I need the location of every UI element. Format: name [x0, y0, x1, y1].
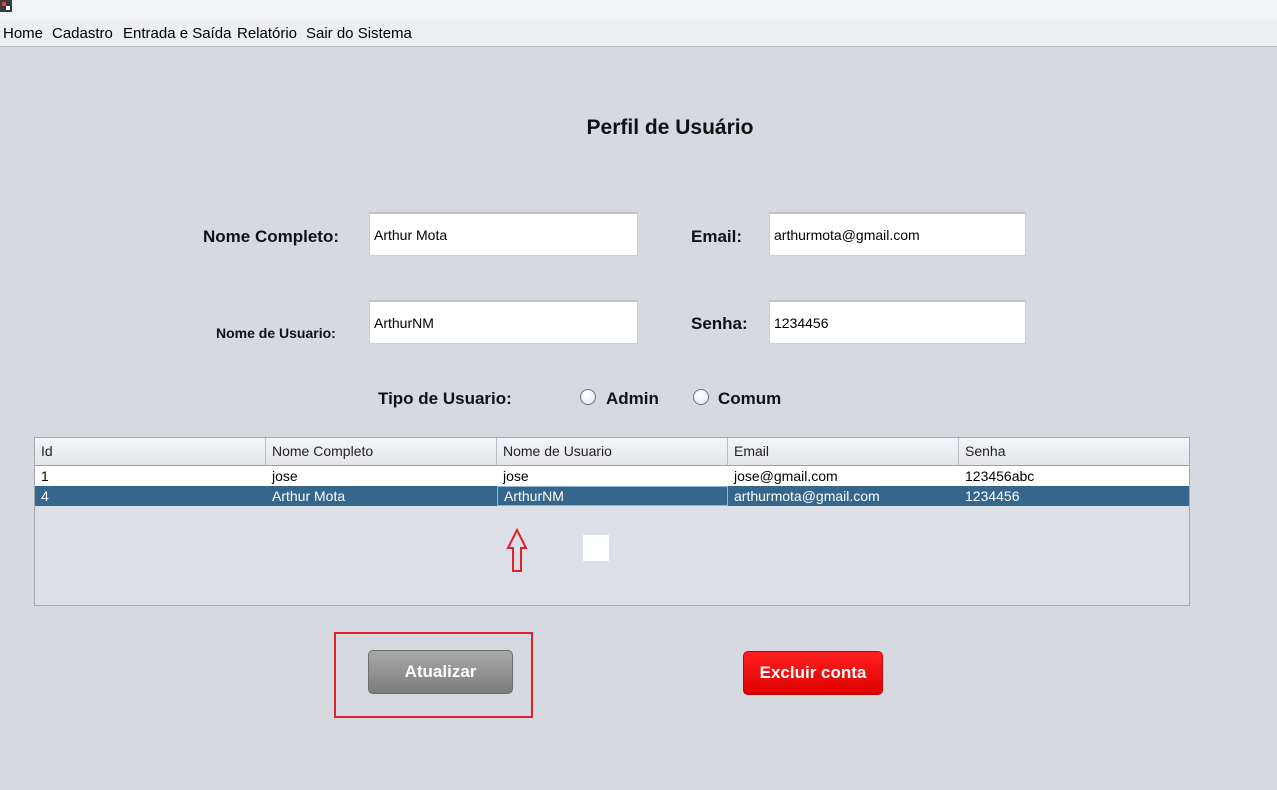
admin-radio[interactable]: [580, 389, 596, 405]
page-title: Perfil de Usuário: [586, 116, 754, 139]
admin-radio-label: Admin: [606, 389, 659, 408]
tipo-usuario-label: Tipo de Usuario:: [378, 389, 512, 408]
cell-id[interactable]: 4: [35, 486, 266, 506]
menu-bar: Home Cadastro Entrada e Saída Relatório …: [0, 20, 1277, 47]
cell-id[interactable]: 1: [35, 466, 266, 486]
table-row-selected[interactable]: 4 Arthur Mota ArthurNM arthurmota@gmail.…: [35, 486, 1189, 506]
arrow-up-icon: [506, 528, 528, 572]
menu-sair[interactable]: Sair do Sistema: [306, 25, 412, 42]
menu-cadastro[interactable]: Cadastro: [52, 25, 113, 42]
column-header-id[interactable]: Id: [35, 438, 266, 465]
email-input[interactable]: [769, 212, 1026, 256]
comum-radio-label: Comum: [718, 389, 782, 408]
title-bar: [0, 0, 1277, 20]
app-icon: [0, 0, 12, 12]
update-button[interactable]: Atualizar: [368, 650, 513, 694]
column-header-email[interactable]: Email: [728, 438, 959, 465]
nome-completo-label: Nome Completo:: [203, 227, 339, 246]
comum-radio[interactable]: [693, 389, 709, 405]
cell-senha[interactable]: 1234456: [959, 486, 1189, 506]
menu-home[interactable]: Home: [3, 25, 43, 42]
cell-senha[interactable]: 123456abc: [959, 466, 1189, 486]
cell-nome-completo[interactable]: jose: [266, 466, 497, 486]
cell-nome-usuario[interactable]: jose: [497, 466, 728, 486]
table-row[interactable]: 1 jose jose jose@gmail.com 123456abc: [35, 466, 1189, 486]
senha-input[interactable]: [769, 300, 1026, 344]
delete-account-button[interactable]: Excluir conta: [743, 651, 883, 695]
users-table[interactable]: Id Nome Completo Nome de Usuario Email S…: [34, 437, 1190, 606]
column-header-nome-usuario[interactable]: Nome de Usuario: [497, 438, 728, 465]
blank-square: [583, 535, 609, 561]
column-header-senha[interactable]: Senha: [959, 438, 1189, 465]
nome-completo-input[interactable]: [369, 212, 638, 256]
cell-email[interactable]: jose@gmail.com: [728, 466, 959, 486]
table-header: Id Nome Completo Nome de Usuario Email S…: [35, 438, 1189, 466]
nome-usuario-label: Nome de Usuario:: [216, 325, 336, 341]
menu-entrada-saida[interactable]: Entrada e Saída: [123, 25, 231, 42]
nome-usuario-input[interactable]: [369, 300, 638, 344]
column-header-nome-completo[interactable]: Nome Completo: [266, 438, 497, 465]
menu-relatorio[interactable]: Relatório: [237, 25, 297, 42]
cell-email[interactable]: arthurmota@gmail.com: [728, 486, 959, 506]
cell-nome-completo[interactable]: Arthur Mota: [266, 486, 497, 506]
email-label: Email:: [691, 227, 743, 246]
cell-nome-usuario-focused[interactable]: ArthurNM: [497, 486, 728, 506]
senha-label: Senha:: [691, 314, 748, 333]
